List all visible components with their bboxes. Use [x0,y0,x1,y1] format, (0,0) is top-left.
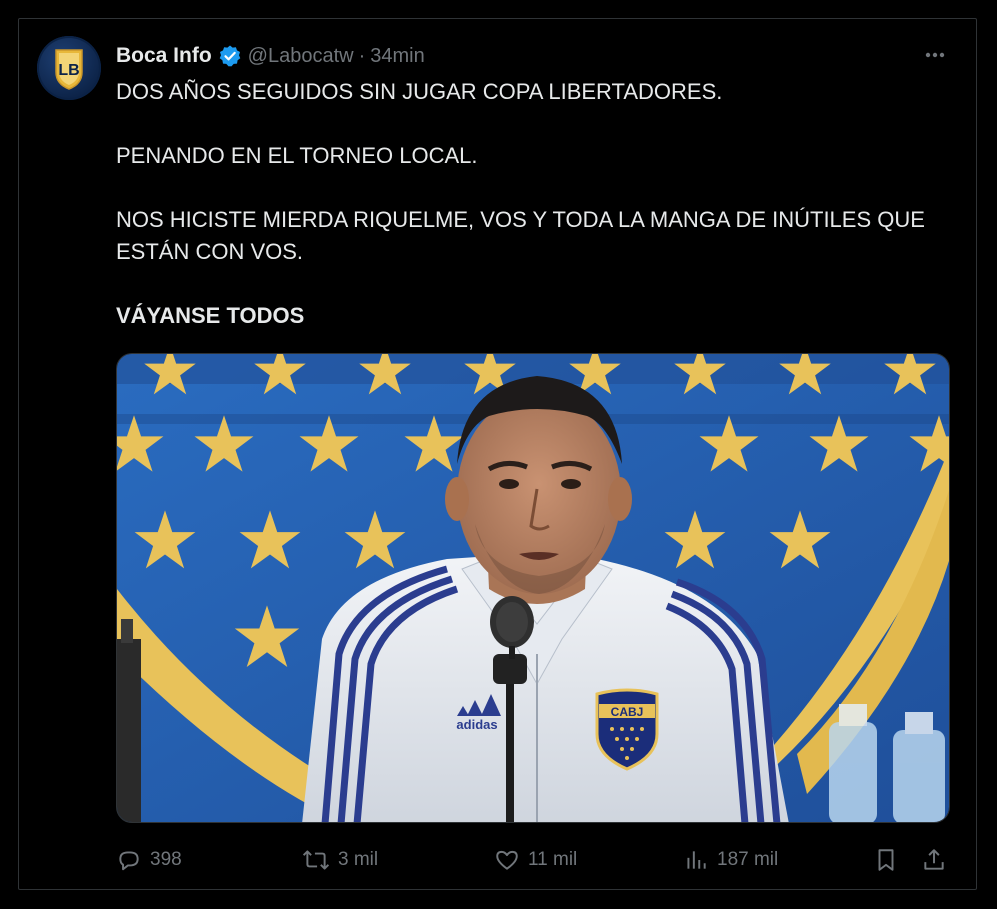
tweet-timestamp[interactable]: 34min [370,45,424,68]
tweet-paragraph-bold: VÁYANSE TODOS [116,303,305,328]
views-button[interactable]: 187 mil [683,842,778,878]
like-button[interactable]: 11 mil [494,842,577,878]
reply-count: 398 [150,849,182,870]
tweet-paragraph: PENANDO EN EL TORNEO LOCAL. [116,143,478,168]
repost-count: 3 mil [338,849,379,870]
like-count: 11 mil [528,849,578,870]
tweet-action-bar: 398 3 mil 11 mil 187 mil [116,842,956,878]
bookmark-icon [878,849,894,871]
boca-crest: CABJ [595,688,659,771]
tweet-header: Boca Info @Labocatw · 34min [116,42,425,70]
svg-text:adidas: adidas [456,717,497,732]
views-count: 187 mil [717,849,779,870]
share-icon [924,849,944,870]
header-separator: · [358,44,366,67]
views-icon [687,851,706,869]
tweet-paragraph: NOS HICISTE MIERDA RIQUELME, VOS Y TODA … [116,207,925,264]
reply-icon [119,851,139,871]
more-icon[interactable] [922,44,948,66]
bookmark-button[interactable] [873,842,899,878]
reply-button[interactable]: 398 [116,842,182,878]
tweet-paragraph: DOS AÑOS SEGUIDOS SIN JUGAR COPA LIBERTA… [116,79,723,104]
svg-text:CABJ: CABJ [611,705,644,719]
boca-info-logo: LB [55,49,83,90]
author-avatar[interactable]: LB [37,36,101,100]
tweet-body: DOS AÑOS SEGUIDOS SIN JUGAR COPA LIBERTA… [116,76,936,332]
repost-button[interactable]: 3 mil [302,842,378,878]
author-handle[interactable]: @Labocatw [248,45,354,68]
press-conference-photo: adidas CABJ [117,354,949,822]
share-button[interactable] [921,842,947,878]
verified-badge-icon[interactable] [218,44,242,68]
author-display-name[interactable]: Boca Info [116,44,212,68]
tweet-photo[interactable]: adidas CABJ [116,353,950,823]
heart-icon [496,850,518,870]
svg-text:LB: LB [58,62,79,79]
repost-icon [302,850,330,870]
